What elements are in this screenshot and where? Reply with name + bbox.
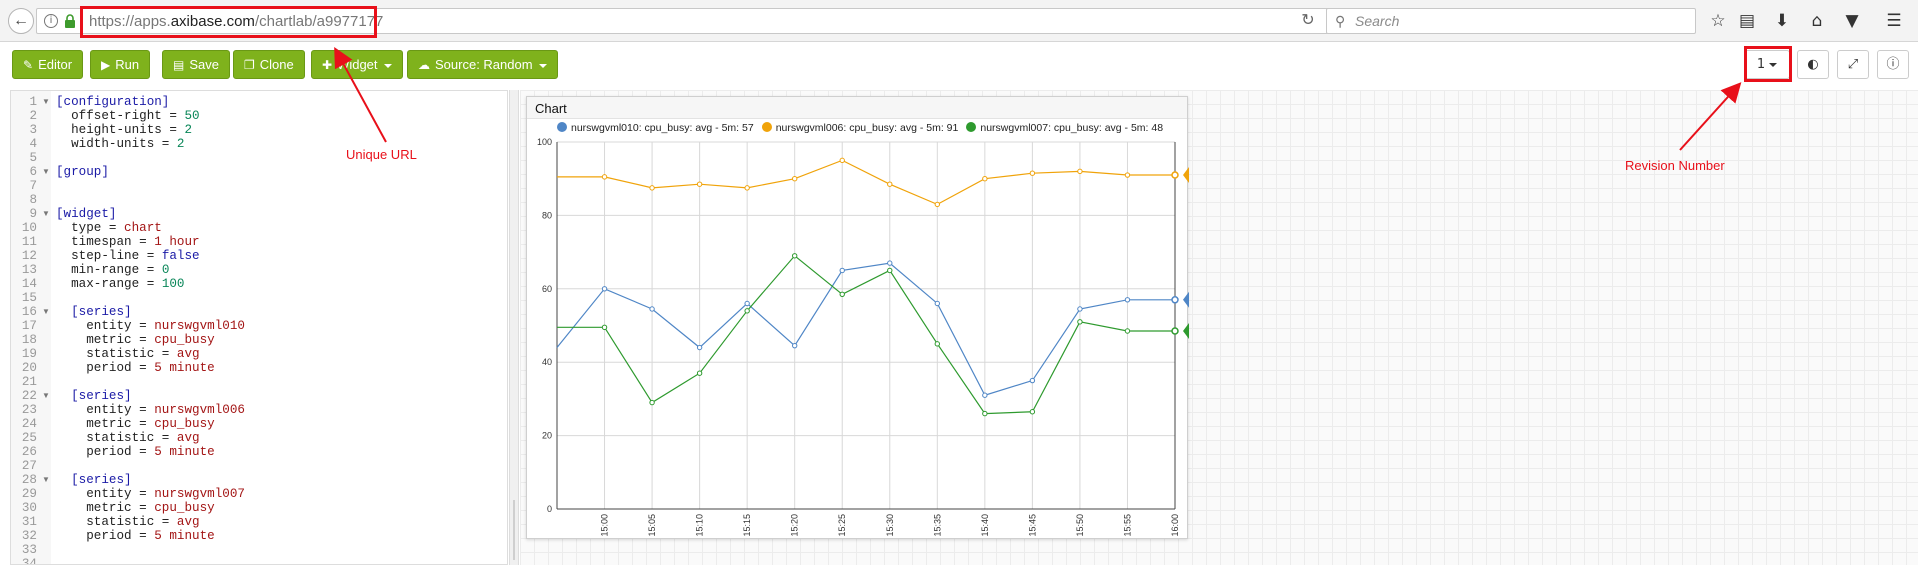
url-annotation-arrow	[334, 46, 387, 143]
revision-annotation-arrow	[1679, 82, 1742, 151]
revision-annotation-label: Revision Number	[1625, 158, 1725, 173]
url-annotation-label: Unique URL	[346, 147, 417, 162]
annotation-arrows	[334, 46, 1742, 151]
